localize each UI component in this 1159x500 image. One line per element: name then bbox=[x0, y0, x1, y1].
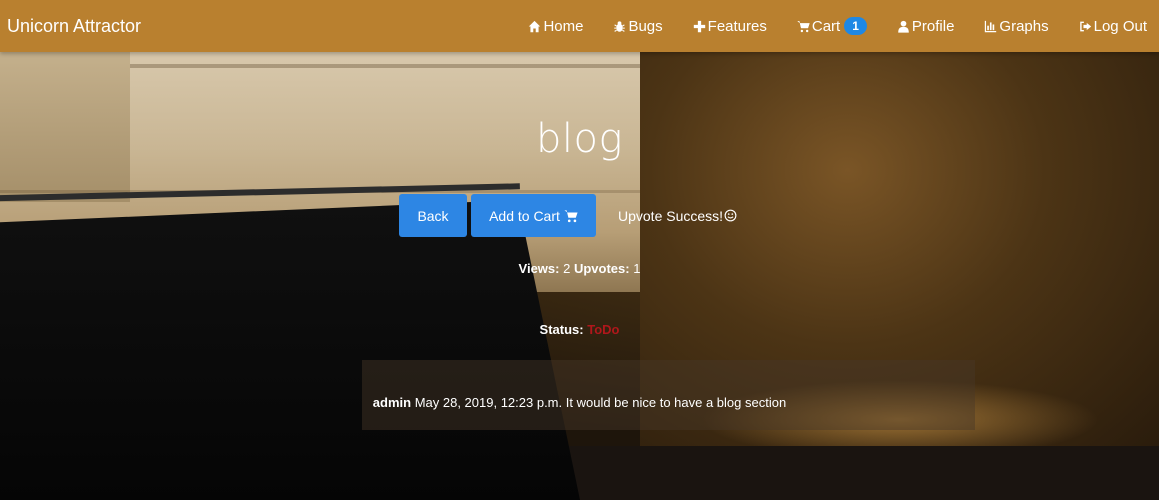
nav-profile[interactable]: Profile bbox=[897, 17, 955, 35]
nav-features[interactable]: Features bbox=[693, 18, 767, 35]
nav-cart-label: Cart bbox=[811, 17, 841, 35]
background-laptop bbox=[0, 200, 580, 500]
upvotes-count: 1 bbox=[633, 261, 641, 276]
stats-line: Views: 2 Upvotes: 1 bbox=[0, 261, 1159, 276]
nav-bugs[interactable]: Bugs bbox=[613, 17, 663, 35]
nav-logout[interactable]: Log Out bbox=[1079, 18, 1147, 35]
nav-cart[interactable]: Cart 1 bbox=[797, 17, 867, 35]
navbar: Unicorn Attractor Home Bugs Features Car… bbox=[0, 0, 1159, 52]
nav-home[interactable]: Home bbox=[528, 18, 583, 35]
home-icon bbox=[529, 20, 541, 32]
views-label: Views: bbox=[518, 261, 560, 276]
action-bar: Back Add to Cart Upvote Success! bbox=[399, 194, 737, 237]
nav-profile-label: Profile bbox=[911, 17, 955, 35]
upvote-success-message: Upvote Success! bbox=[618, 208, 737, 224]
nav-bugs-label: Bugs bbox=[628, 17, 663, 35]
plus-icon bbox=[693, 20, 705, 32]
bug-icon bbox=[614, 20, 626, 32]
nav-home-label: Home bbox=[543, 17, 584, 35]
comment-timestamp: May 28, 2019, 12:23 p.m. bbox=[414, 395, 563, 410]
bar-chart-icon bbox=[985, 20, 997, 32]
status-line: Status: ToDo bbox=[0, 322, 1159, 337]
nav-menu: Home Bugs Features Cart 1 Profile Graphs… bbox=[528, 0, 1147, 52]
background-plank-line bbox=[130, 64, 650, 68]
status-label: Status: bbox=[539, 322, 584, 337]
add-to-cart-button[interactable]: Add to Cart bbox=[471, 194, 596, 237]
comment-text: It would be nice to have a blog section bbox=[565, 395, 787, 410]
comment-author: admin bbox=[372, 395, 412, 410]
upvotes-label: Upvotes: bbox=[573, 261, 630, 276]
cart-count-badge: 1 bbox=[844, 17, 867, 35]
back-button-label: Back bbox=[417, 207, 449, 224]
nav-features-label: Features bbox=[707, 17, 767, 35]
status-badge: ToDo bbox=[587, 322, 620, 337]
brand-link[interactable]: Unicorn Attractor bbox=[7, 16, 141, 37]
cart-icon bbox=[797, 20, 810, 32]
add-to-cart-label: Add to Cart bbox=[489, 207, 560, 224]
cart-icon bbox=[564, 209, 578, 222]
nav-logout-label: Log Out bbox=[1093, 17, 1147, 35]
comment-item: admin May 28, 2019, 12:23 p.m. It would … bbox=[0, 395, 1159, 410]
smiley-icon bbox=[724, 209, 737, 222]
sign-out-icon bbox=[1079, 21, 1091, 31]
user-icon bbox=[898, 20, 909, 33]
views-count: 2 bbox=[563, 261, 571, 276]
page-title: blog bbox=[536, 116, 623, 162]
upvote-success-text: Upvote Success! bbox=[618, 207, 724, 224]
nav-graphs-label: Graphs bbox=[999, 17, 1049, 35]
nav-graphs[interactable]: Graphs bbox=[984, 17, 1049, 35]
back-button[interactable]: Back bbox=[399, 194, 467, 237]
